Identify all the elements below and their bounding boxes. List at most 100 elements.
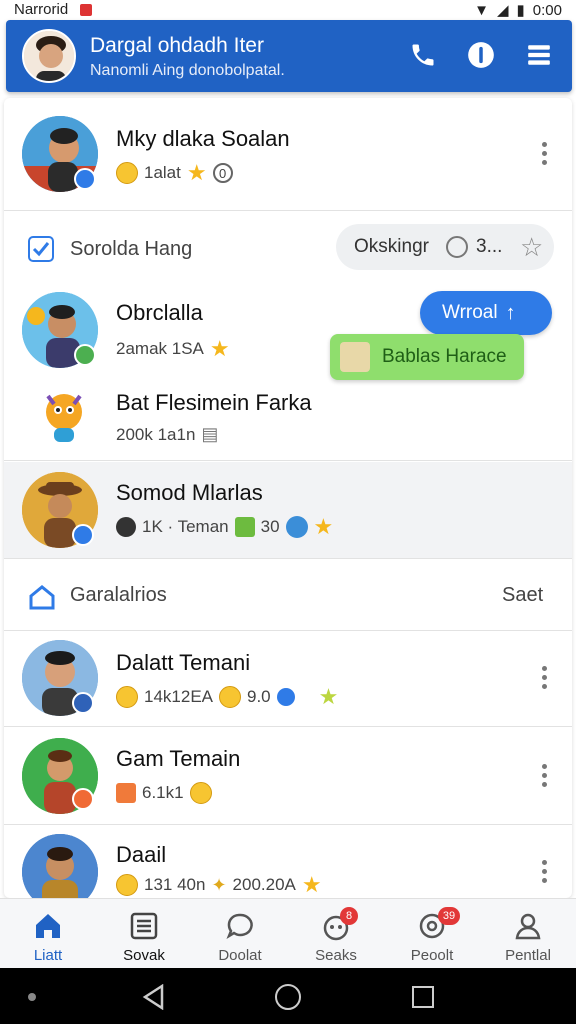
- bird-emoji-icon: [285, 516, 308, 538]
- top-contact-row[interactable]: Mky dlaka Soalan 1alat ★ 0: [4, 98, 572, 210]
- contact-name: Somod Mlarlas: [116, 480, 263, 505]
- game-contact-row[interactable]: Daail 131 40n ✦ 200.20A ★: [4, 824, 572, 898]
- top-contact-more-icon[interactable]: [542, 142, 548, 165]
- friends-section-title: Sorolda Hang: [70, 238, 193, 260]
- nav-label: Doolat: [218, 947, 262, 964]
- nav-item-home[interactable]: Liatt: [0, 899, 96, 969]
- contact-name: Daail: [116, 842, 167, 867]
- friends-search-count: 3...: [476, 236, 503, 257]
- game-contact-row[interactable]: Dalatt Temani 14k12EA 9.0 ★: [4, 630, 572, 726]
- smile-emoji-icon: [219, 686, 241, 708]
- contact-row[interactable]: Bat Flesimein Farka 200k 1a1n ▤: [4, 376, 572, 462]
- status-time: 0:00: [532, 1, 562, 19]
- blue-chat-bubble[interactable]: Wrroal ↑: [420, 291, 552, 335]
- app-title: Dargal ohdadh Iter: [90, 34, 264, 57]
- games-section-action[interactable]: Saet: [502, 584, 543, 607]
- verified-badge-icon: [72, 524, 94, 546]
- notification-badge: 8: [340, 907, 358, 925]
- search-icon: [446, 236, 468, 258]
- status-left: Narrorid: [14, 1, 93, 18]
- contact-meta: 14k12EA 9.0 ★: [116, 686, 338, 708]
- checkbox-icon[interactable]: [28, 236, 54, 262]
- nav-label: Sovak: [123, 947, 165, 964]
- app-subtitle: Nanomli Aing donobolpatal.: [90, 62, 285, 79]
- main-card: Mky dlaka Soalan 1alat ★ 0 Sorolda Hang …: [4, 98, 572, 898]
- online-badge-icon: [74, 344, 96, 366]
- notification-badge: 39: [438, 907, 460, 925]
- status-bar: Narrorid ▼ ◢ ▮ 0:00: [0, 0, 576, 20]
- contact-more-icon[interactable]: [542, 860, 548, 883]
- app-bar: Dargal ohdadh Iter Nanomli Aing donobolp…: [6, 20, 572, 92]
- smile-emoji-icon: [116, 686, 138, 708]
- game-sticker-icon: [234, 517, 255, 537]
- recents-icon[interactable]: [412, 986, 434, 1008]
- top-contact-meta-text: 1alat: [144, 163, 181, 182]
- contact-meta: 200k 1a1n ▤: [116, 424, 218, 445]
- nav-item-list[interactable]: Sovak: [96, 899, 192, 969]
- bottom-navigation: Liatt Sovak Doolat 8 Seaks 39 Peoolt Pen…: [0, 898, 576, 968]
- home-button-icon[interactable]: [275, 984, 301, 1010]
- status-carrier: Narrorid: [14, 1, 69, 18]
- dark-emoji-icon: [116, 517, 136, 537]
- arrow-up-icon: ↑: [505, 301, 516, 324]
- contact-name: Dalatt Temani: [116, 650, 251, 675]
- home-outline-icon: [28, 584, 56, 615]
- phone-icon[interactable]: [408, 40, 438, 70]
- back-icon[interactable]: [142, 983, 166, 1015]
- status-badge-icon: [72, 788, 94, 810]
- wifi-icon: ▼: [474, 1, 489, 19]
- contact-avatar: [22, 834, 98, 898]
- status-right: ▼ ◢ ▮ 0:00: [474, 1, 562, 20]
- signal-icon: ◢: [496, 2, 509, 19]
- contact-value: 200.20A: [232, 875, 296, 894]
- battery-icon: ▮: [516, 2, 525, 19]
- verified-badge-icon: [72, 692, 94, 714]
- cartoon-avatar: [34, 386, 94, 446]
- green-chat-bubble[interactable]: Bablas Harace: [330, 334, 524, 380]
- top-contact-meta-tail: 0: [212, 163, 233, 183]
- nav-item-profile[interactable]: Pentlal: [480, 899, 576, 969]
- contact-name: Obrclalla: [116, 300, 203, 325]
- nav-label: Pentlal: [505, 947, 551, 964]
- games-section-title: Garalalrios: [70, 584, 167, 606]
- nav-label: Seaks: [315, 947, 357, 964]
- contact-meta-text: 200k 1a1n: [116, 424, 196, 444]
- top-contact-meta: 1alat ★ 0: [116, 162, 233, 184]
- friends-search[interactable]: Okskingr 3... ☆: [336, 224, 554, 270]
- nav-item-target[interactable]: 39 Peoolt: [384, 899, 480, 969]
- divider: [4, 460, 572, 461]
- star-outline-icon[interactable]: ☆: [520, 232, 543, 263]
- contact-meta-text: 14k12EA: [144, 687, 213, 706]
- system-navigation-bar: [0, 968, 576, 1024]
- contact-more-icon[interactable]: [542, 666, 548, 689]
- nav-item-chat[interactable]: Doolat: [192, 899, 288, 969]
- info-icon[interactable]: [466, 40, 496, 70]
- dot-icon: [28, 993, 36, 1001]
- blue-bubble-text: Wrroal: [442, 302, 498, 323]
- chat-icon: [225, 911, 255, 941]
- contact-meta: 131 40n ✦ 200.20A ★: [116, 874, 322, 896]
- grin-emoji-icon: [189, 782, 212, 804]
- highlighted-contact-row[interactable]: Somod Mlarlas 1K · Teman 30 ★: [4, 462, 572, 558]
- contact-name: Gam Temain: [116, 746, 241, 771]
- smile-emoji-icon: [116, 162, 138, 184]
- contact-meta: 1K · Teman 30 ★: [116, 516, 333, 538]
- menu-icon[interactable]: [524, 40, 554, 70]
- star-icon: ★: [209, 336, 230, 361]
- notification-icon: [80, 4, 93, 17]
- contact-more-icon[interactable]: [542, 764, 548, 787]
- contact-count: 30: [260, 517, 280, 536]
- coin-icon: [276, 688, 295, 706]
- game-contact-row[interactable]: Gam Temain 6.1k1: [4, 726, 572, 824]
- profile-avatar[interactable]: [22, 29, 76, 83]
- sticker-icon: [340, 342, 370, 372]
- contact-value: 9.0: [247, 687, 271, 706]
- contact-meta-text: 2amak 1SA: [116, 339, 204, 358]
- nav-item-group[interactable]: 8 Seaks: [288, 899, 384, 969]
- verified-badge-icon: [74, 168, 96, 190]
- contact-meta-text: 1K · Teman: [142, 517, 229, 536]
- nav-label: Peoolt: [410, 947, 454, 964]
- contact-meta-text: 131 40n: [144, 875, 206, 894]
- contact-meta: 2amak 1SA ★: [116, 338, 230, 360]
- list-icon: [129, 911, 159, 941]
